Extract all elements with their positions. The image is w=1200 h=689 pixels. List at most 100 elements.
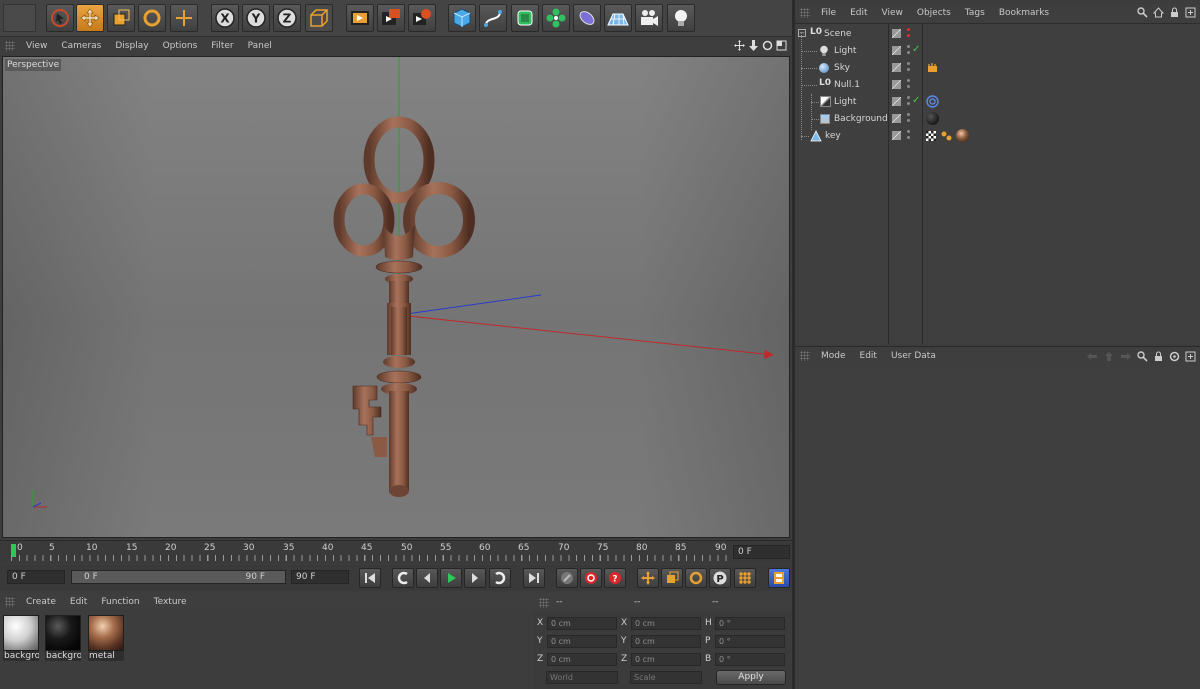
menu-function[interactable]: Function bbox=[94, 597, 146, 607]
menu-texture[interactable]: Texture bbox=[147, 597, 194, 607]
coordinate-mode-select[interactable]: World bbox=[546, 671, 618, 684]
object-name[interactable]: Light bbox=[834, 97, 856, 107]
tree-row-area-light[interactable]: Light ✓ bbox=[795, 94, 1200, 130]
rotate-view-icon[interactable] bbox=[762, 40, 773, 51]
object-name[interactable]: Null.1 bbox=[834, 80, 860, 90]
position-y-field[interactable]: 0 cm bbox=[547, 635, 617, 648]
material-swatch[interactable]: metal bbox=[88, 615, 124, 665]
material-swatch[interactable]: backgrou bbox=[45, 615, 81, 665]
tree-row-null[interactable]: L0 Null.1 bbox=[795, 77, 1200, 94]
cube-icon[interactable] bbox=[448, 4, 476, 32]
menu-tags[interactable]: Tags bbox=[958, 8, 992, 18]
play-icon[interactable] bbox=[440, 568, 462, 588]
menu-panel[interactable]: Panel bbox=[241, 41, 279, 51]
menu-options[interactable]: Options bbox=[156, 41, 205, 51]
settings-icon[interactable] bbox=[1169, 351, 1180, 362]
enabled-check-icon[interactable]: ✓ bbox=[912, 95, 920, 106]
target-tag-icon[interactable] bbox=[926, 95, 939, 108]
previous-key-icon[interactable] bbox=[392, 568, 414, 588]
spline-pen-icon[interactable] bbox=[479, 4, 507, 32]
tree-row-sky[interactable]: Sky bbox=[795, 60, 1200, 77]
up-arrow-icon[interactable] bbox=[1103, 351, 1115, 362]
current-frame-field[interactable]: 0 F bbox=[733, 545, 790, 559]
key-parameter-icon[interactable]: P bbox=[709, 568, 731, 588]
menu-edit[interactable]: Edit bbox=[843, 8, 874, 18]
zoom-view-icon[interactable] bbox=[748, 40, 759, 51]
key-point-level-icon[interactable] bbox=[734, 568, 756, 588]
maximize-view-icon[interactable] bbox=[776, 40, 787, 51]
key-position-icon[interactable] bbox=[637, 568, 659, 588]
tree-row-key[interactable]: key bbox=[795, 128, 1200, 145]
light-icon[interactable] bbox=[667, 4, 695, 32]
start-frame-field[interactable]: 0 F bbox=[7, 570, 65, 584]
lock-icon[interactable] bbox=[1169, 7, 1180, 18]
keyframe-selection-icon[interactable]: ? bbox=[604, 568, 626, 588]
undo-icon[interactable] bbox=[3, 4, 36, 32]
render-layer-icon[interactable] bbox=[892, 80, 901, 89]
material-swatch[interactable]: backgrou bbox=[3, 615, 39, 665]
menu-cameras[interactable]: Cameras bbox=[54, 41, 108, 51]
render-layer-icon[interactable] bbox=[892, 63, 901, 72]
material-tag-icon[interactable] bbox=[926, 112, 939, 125]
rotation-p-field[interactable]: 0 ° bbox=[715, 635, 785, 648]
key-rotation-icon[interactable] bbox=[685, 568, 707, 588]
menu-create[interactable]: Create bbox=[19, 597, 63, 607]
previous-frame-icon[interactable] bbox=[416, 568, 438, 588]
render-layer-icon[interactable] bbox=[892, 29, 901, 38]
next-key-icon[interactable] bbox=[489, 568, 511, 588]
phong-tag-icon[interactable] bbox=[941, 130, 953, 142]
menu-mode[interactable]: Mode bbox=[814, 351, 853, 361]
enabled-check-icon[interactable]: ✓ bbox=[912, 44, 920, 55]
subdivision-surface-icon[interactable] bbox=[511, 4, 539, 32]
rotation-h-field[interactable]: 0 ° bbox=[715, 617, 785, 630]
position-z-field[interactable]: 0 cm bbox=[547, 653, 617, 666]
object-name[interactable]: Sky bbox=[834, 63, 850, 73]
back-arrow-icon[interactable] bbox=[1086, 351, 1098, 362]
tree-row-background[interactable]: Background bbox=[795, 111, 1200, 128]
record-key-icon[interactable] bbox=[556, 568, 578, 588]
menu-edit[interactable]: Edit bbox=[853, 351, 884, 361]
lock-icon[interactable] bbox=[1153, 351, 1164, 362]
coordinate-system-icon[interactable] bbox=[305, 4, 333, 32]
rotation-b-field[interactable]: 0 ° bbox=[715, 653, 785, 666]
forward-arrow-icon[interactable] bbox=[1120, 351, 1132, 362]
size-y-field[interactable]: 0 cm bbox=[631, 635, 701, 648]
render-settings-icon[interactable] bbox=[408, 4, 436, 32]
render-layer-icon[interactable] bbox=[892, 97, 901, 106]
rotate-icon[interactable] bbox=[138, 4, 166, 32]
size-x-field[interactable]: 0 cm bbox=[631, 617, 701, 630]
frame-range-slider[interactable]: 0 F 90 F bbox=[71, 570, 286, 584]
render-layer-icon[interactable] bbox=[892, 46, 901, 55]
end-frame-field[interactable]: 90 F bbox=[291, 570, 349, 584]
array-icon[interactable] bbox=[542, 4, 570, 32]
floor-icon[interactable] bbox=[604, 4, 632, 32]
live-selection-icon[interactable] bbox=[46, 4, 74, 32]
object-name[interactable]: Light bbox=[834, 46, 856, 56]
texture-tag-icon[interactable] bbox=[926, 131, 936, 141]
render-to-picture-viewer-icon[interactable] bbox=[377, 4, 405, 32]
object-name[interactable]: Scene bbox=[824, 29, 851, 39]
timeline-scheme-icon[interactable] bbox=[768, 568, 790, 588]
go-to-end-icon[interactable] bbox=[523, 568, 545, 588]
deformer-icon[interactable] bbox=[573, 4, 601, 32]
new-panel-icon[interactable] bbox=[1185, 351, 1196, 362]
y-axis-lock-icon[interactable]: Y bbox=[242, 4, 270, 32]
tree-row-light[interactable]: Light ✓ bbox=[795, 43, 1200, 60]
render-layer-icon[interactable] bbox=[892, 131, 901, 140]
render-layer-icon[interactable] bbox=[892, 114, 901, 123]
apply-button[interactable]: Apply bbox=[716, 670, 786, 685]
menu-view[interactable]: View bbox=[875, 8, 910, 18]
menu-user-data[interactable]: User Data bbox=[884, 351, 943, 361]
menu-bookmarks[interactable]: Bookmarks bbox=[992, 8, 1056, 18]
go-to-start-icon[interactable] bbox=[359, 568, 381, 588]
key-scale-icon[interactable] bbox=[661, 568, 683, 588]
render-view-icon[interactable] bbox=[346, 4, 374, 32]
add-icon[interactable] bbox=[170, 4, 198, 32]
menu-file[interactable]: File bbox=[814, 8, 843, 18]
object-name[interactable]: key bbox=[825, 131, 841, 141]
menu-display[interactable]: Display bbox=[108, 41, 155, 51]
scale-mode-select[interactable]: Scale bbox=[630, 671, 702, 684]
pan-view-icon[interactable] bbox=[734, 40, 745, 51]
auto-keying-icon[interactable] bbox=[580, 568, 602, 588]
3d-viewport[interactable]: Perspective bbox=[2, 56, 790, 538]
